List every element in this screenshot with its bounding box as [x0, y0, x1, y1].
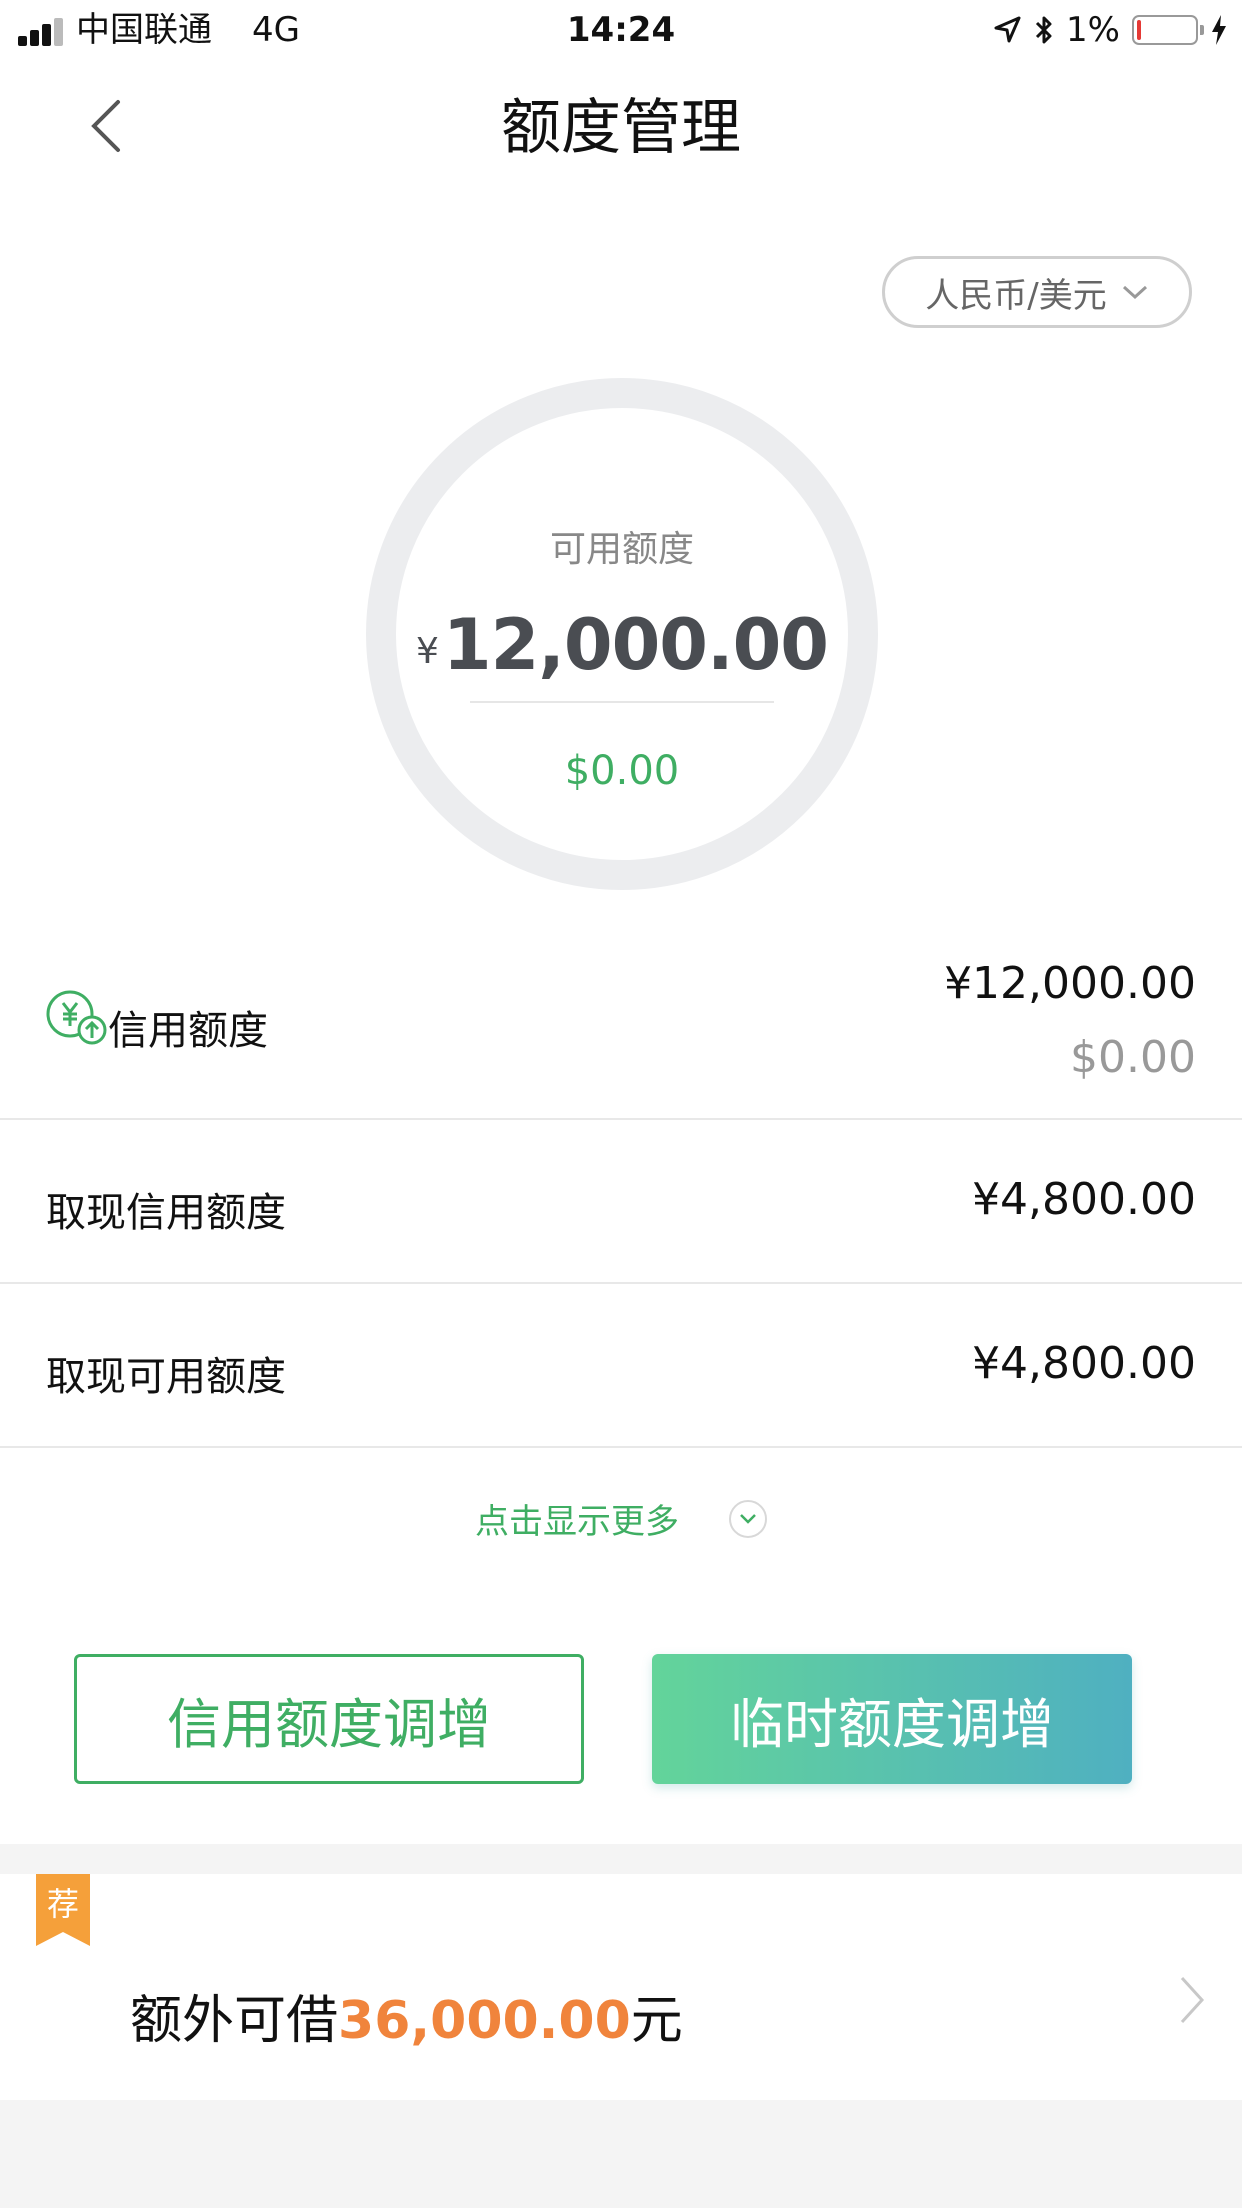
- currency-toggle[interactable]: 人民币/美元: [882, 256, 1192, 328]
- promo-amount: 36,000.00: [338, 1991, 631, 2051]
- cash-credit-limit-label: 取现信用额度: [46, 1190, 286, 1236]
- recommend-badge: 荐: [46, 1885, 79, 1923]
- chevron-right-icon[interactable]: [1178, 1974, 1206, 2026]
- yuan-up-icon: [46, 990, 107, 1045]
- promo-prefix: 额外可借: [130, 1991, 339, 2051]
- credit-limit-value: ¥12,000.00: [944, 958, 1196, 1009]
- bottom-background: [0, 2100, 1242, 2208]
- cash-available-value: ¥4,800.00: [972, 1338, 1196, 1389]
- expand-chevron-icon: [729, 1499, 767, 1538]
- cash-credit-limit-value: ¥4,800.00: [972, 1174, 1196, 1225]
- cash-available-label: 取现可用额度: [46, 1354, 286, 1400]
- credit-limit-label: 信用额度: [108, 1008, 268, 1054]
- currency-symbol: ¥: [415, 631, 439, 672]
- section-separator: [0, 1844, 1242, 1874]
- credit-limit-increase-button[interactable]: 信用额度调增: [74, 1654, 584, 1784]
- status-bar: 中国联通 4G 14:24 1%: [0, 0, 1242, 62]
- battery-percent: 1%: [1066, 10, 1120, 50]
- charging-bolt-icon: [1212, 15, 1226, 45]
- promo-suffix: 元: [630, 1991, 683, 2051]
- available-usd-amount: $0.00: [564, 748, 680, 794]
- ring-divider: [470, 701, 774, 703]
- show-more-label: 点击显示更多: [475, 1502, 679, 1542]
- extra-loan-promo[interactable]: 额外可借36,000.00元: [130, 1978, 683, 2053]
- battery-icon: [1132, 15, 1204, 45]
- row-divider: [0, 1446, 1242, 1448]
- temporary-limit-increase-button[interactable]: 临时额度调增: [652, 1654, 1132, 1784]
- chevron-down-icon: [1122, 285, 1147, 300]
- page-title: 额度管理: [501, 93, 741, 163]
- credit-limit-usd-value: $0.00: [1070, 1032, 1196, 1083]
- row-divider: [0, 1118, 1242, 1120]
- row-divider: [0, 1282, 1242, 1284]
- available-amount: ¥12,000.00: [366, 604, 878, 686]
- show-more-link[interactable]: 点击显示更多: [0, 1494, 1242, 1543]
- location-arrow-icon: [994, 16, 1021, 43]
- currency-toggle-label: 人民币/美元: [925, 275, 1107, 316]
- available-amount-label: 可用额度: [549, 529, 694, 570]
- status-right-group: 1%: [992, 8, 1228, 52]
- available-amount-value: 12,000.00: [442, 604, 829, 686]
- bluetooth-icon: [1035, 16, 1052, 44]
